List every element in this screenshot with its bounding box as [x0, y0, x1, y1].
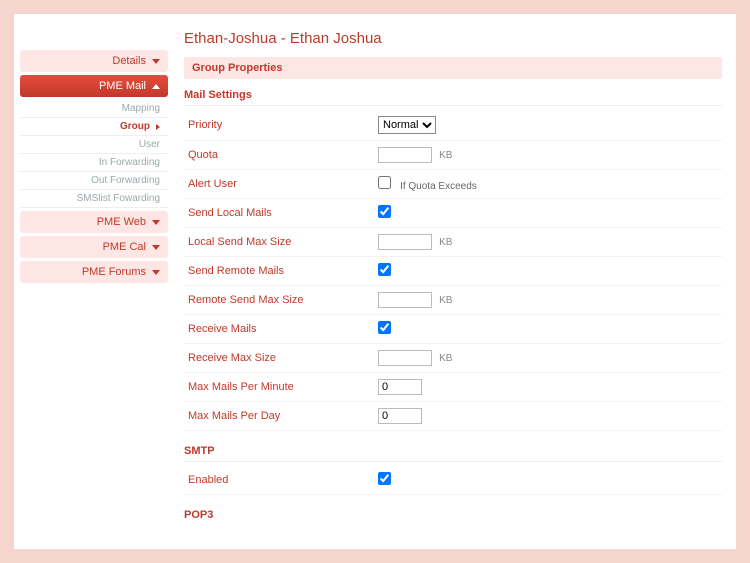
smtp-enabled-checkbox[interactable]	[378, 472, 391, 485]
label-per-day: Max Mails Per Day	[184, 402, 374, 431]
page-title: Ethan-Joshua - Ethan Joshua	[184, 30, 722, 47]
send-local-checkbox[interactable]	[378, 205, 391, 218]
sub-label: User	[139, 139, 160, 150]
sub-item-in-forwarding[interactable]: In Forwarding	[20, 154, 168, 172]
local-max-input[interactable]	[378, 234, 432, 250]
quota-input[interactable]	[378, 147, 432, 163]
sidebar-label: PME Cal	[103, 241, 146, 253]
label-remote-max: Remote Send Max Size	[184, 286, 374, 315]
priority-select[interactable]: Normal	[378, 116, 436, 134]
pme-mail-sublist: Mapping Group User In Forwarding Out For…	[20, 100, 168, 208]
unit-kb: KB	[439, 237, 452, 248]
sub-label: Group	[120, 121, 150, 132]
sub-item-mapping[interactable]: Mapping	[20, 100, 168, 118]
chevron-right-icon	[156, 124, 160, 130]
per-day-input[interactable]	[378, 408, 422, 424]
sidebar-item-pme-forums[interactable]: PME Forums	[20, 261, 168, 283]
sub-item-out-forwarding[interactable]: Out Forwarding	[20, 172, 168, 190]
sidebar-label: PME Web	[97, 216, 146, 228]
label-send-local: Send Local Mails	[184, 199, 374, 228]
label-if-quota: If Quota Exceeds	[400, 181, 477, 192]
sub-label: Mapping	[122, 103, 160, 114]
sidebar-item-details[interactable]: Details	[20, 50, 168, 72]
sub-item-group[interactable]: Group	[20, 118, 168, 136]
remote-max-input[interactable]	[378, 292, 432, 308]
sidebar-label: PME Mail	[99, 80, 146, 92]
chevron-down-icon	[152, 270, 160, 275]
alert-user-checkbox[interactable]	[378, 176, 391, 189]
unit-kb: KB	[439, 150, 452, 161]
section-group-properties: Group Properties	[184, 57, 722, 79]
chevron-down-icon	[152, 59, 160, 64]
section-pop3: POP3	[184, 505, 722, 525]
sub-label: Out Forwarding	[91, 175, 160, 186]
sidebar-item-pme-web[interactable]: PME Web	[20, 211, 168, 233]
sidebar: Details PME Mail Mapping Group User	[14, 14, 174, 549]
mail-settings-form: Priority Normal Quota KB Alert User	[184, 110, 722, 431]
per-min-input[interactable]	[378, 379, 422, 395]
chevron-down-icon	[152, 220, 160, 225]
send-remote-checkbox[interactable]	[378, 263, 391, 276]
sidebar-item-pme-cal[interactable]: PME Cal	[20, 236, 168, 258]
label-priority: Priority	[184, 110, 374, 141]
receive-max-input[interactable]	[378, 350, 432, 366]
receive-checkbox[interactable]	[378, 321, 391, 334]
sub-item-user[interactable]: User	[20, 136, 168, 154]
label-receive: Receive Mails	[184, 315, 374, 344]
section-smtp: SMTP	[184, 441, 722, 462]
sidebar-label: Details	[112, 55, 146, 67]
chevron-down-icon	[152, 245, 160, 250]
label-local-max: Local Send Max Size	[184, 228, 374, 257]
unit-kb: KB	[439, 353, 452, 364]
sidebar-item-pme-mail[interactable]: PME Mail	[20, 75, 168, 97]
label-enabled: Enabled	[184, 466, 374, 495]
sub-item-sms-forwarding[interactable]: SMSlist Fowarding	[20, 190, 168, 208]
label-receive-max: Receive Max Size	[184, 344, 374, 373]
unit-kb: KB	[439, 295, 452, 306]
sidebar-label: PME Forums	[82, 266, 146, 278]
sub-label: SMSlist Fowarding	[77, 193, 160, 204]
label-quota: Quota	[184, 141, 374, 170]
section-mail-settings: Mail Settings	[184, 85, 722, 106]
label-alert-user: Alert User	[184, 170, 374, 199]
label-send-remote: Send Remote Mails	[184, 257, 374, 286]
sub-label: In Forwarding	[99, 157, 160, 168]
chevron-up-icon	[152, 84, 160, 89]
main-content: Ethan-Joshua - Ethan Joshua Group Proper…	[174, 14, 736, 549]
smtp-form: Enabled	[184, 466, 722, 495]
label-per-min: Max Mails Per Minute	[184, 373, 374, 402]
